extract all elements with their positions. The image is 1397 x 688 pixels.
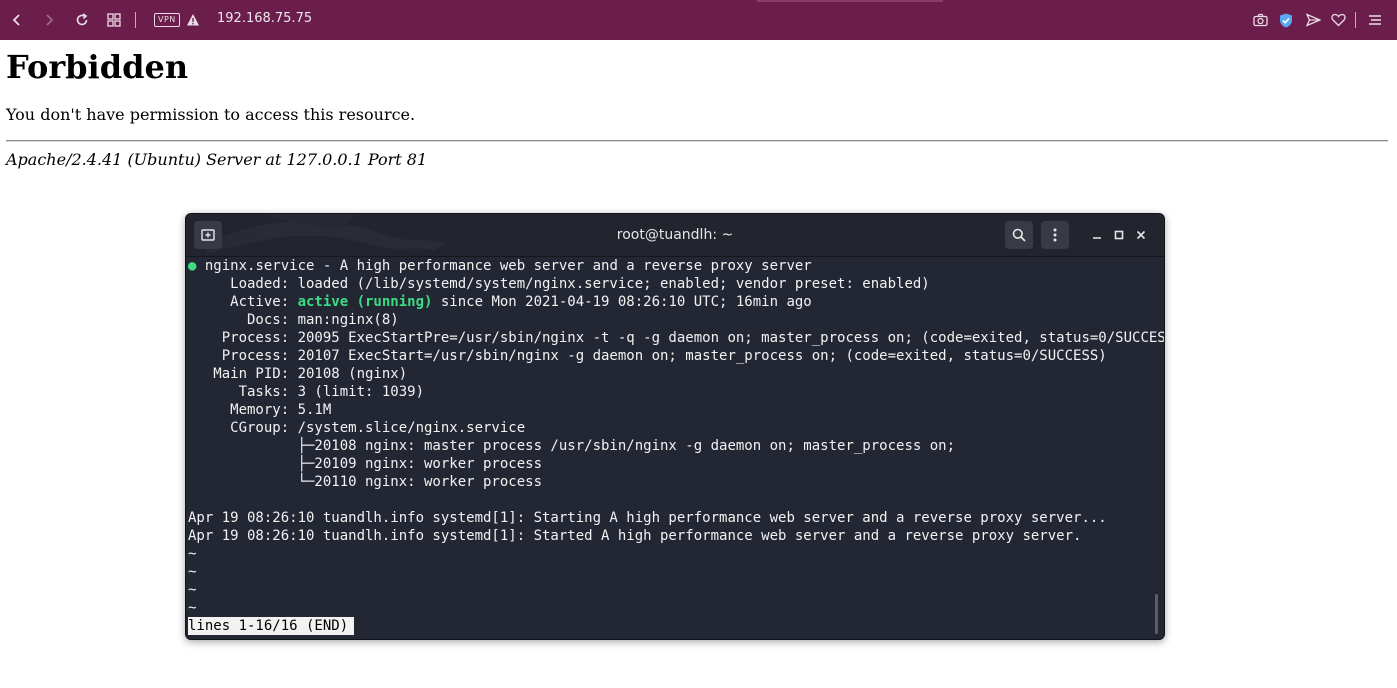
active-tab-indicator	[757, 0, 943, 2]
terminal-line: Apr 19 08:26:10 tuandlh.info systemd[1]:…	[188, 510, 1107, 526]
terminal-line: ├─20109 nginx: worker process	[188, 456, 543, 472]
close-button[interactable]	[1133, 227, 1149, 243]
terminal-titlebar[interactable]: root@tuandlh: ~	[186, 214, 1164, 257]
menu-icon[interactable]	[1365, 10, 1385, 30]
shield-icon[interactable]	[1276, 10, 1296, 30]
vpn-icon[interactable]: VPN	[154, 13, 180, 27]
error-message: You don't have permission to access this…	[6, 105, 416, 124]
toolbar-separator	[1355, 12, 1356, 28]
terminal-line: Active: active (running) since Mon 2021-…	[188, 294, 812, 310]
terminal-line: Apr 19 08:26:10 tuandlh.info systemd[1]:…	[188, 528, 1082, 544]
menu-button[interactable]	[1041, 221, 1069, 249]
close-icon	[1136, 230, 1146, 240]
terminal-line: ├─20108 nginx: master process /usr/sbin/…	[188, 438, 956, 454]
divider	[6, 140, 1388, 142]
terminal-scrollbar[interactable]	[1155, 594, 1158, 634]
terminal-line: Docs: man:nginx(8)	[188, 312, 399, 328]
search-icon	[1012, 228, 1026, 242]
terminal-line: Memory: 5.1M	[188, 402, 332, 418]
maximize-button[interactable]	[1111, 227, 1127, 243]
search-button[interactable]	[1005, 221, 1033, 249]
camera-icon[interactable]	[1250, 10, 1270, 30]
address-bar[interactable]: 192.168.75.75	[217, 11, 312, 26]
page-title: Forbidden	[6, 48, 189, 86]
kebab-icon	[1053, 228, 1057, 242]
terminal-line: ● nginx.service - A high performance web…	[188, 258, 812, 274]
terminal-line: ~	[188, 600, 197, 616]
terminal-line: CGroup: /system.slice/nginx.service	[188, 420, 526, 436]
terminal-line: └─20110 nginx: worker process	[188, 474, 543, 490]
send-icon[interactable]	[1303, 10, 1323, 30]
warning-icon[interactable]	[183, 10, 203, 30]
minimize-button[interactable]	[1089, 227, 1105, 243]
terminal-line: Process: 20095 ExecStartPre=/usr/sbin/ng…	[188, 330, 1165, 346]
active-status: active (running)	[297, 294, 433, 310]
terminal-window[interactable]: root@tuandlh: ~ ● nginx.service - A high…	[185, 213, 1165, 640]
terminal-line: Loaded: loaded (/lib/systemd/system/ngin…	[188, 276, 930, 292]
back-icon[interactable]	[7, 10, 27, 30]
reload-icon[interactable]	[72, 10, 92, 30]
terminal-line: Tasks: 3 (limit: 1039)	[188, 384, 425, 400]
terminal-line: ~	[188, 564, 197, 580]
pager-status-line: lines 1-16/16 (END)	[188, 617, 355, 635]
terminal-line: ~	[188, 582, 197, 598]
heart-icon[interactable]	[1328, 10, 1348, 30]
terminal-line: ~	[188, 546, 197, 562]
terminal-output[interactable]: ● nginx.service - A high performance web…	[188, 257, 1165, 639]
forward-icon[interactable]	[39, 10, 59, 30]
terminal-line: Process: 20107 ExecStart=/usr/sbin/nginx…	[188, 348, 1107, 364]
server-address: Apache/2.4.41 (Ubuntu) Server at 127.0.0…	[6, 150, 428, 169]
browser-toolbar: VPN 192.168.75.75	[0, 0, 1397, 40]
terminal-line: Main PID: 20108 (nginx)	[188, 366, 408, 382]
toolbar-separator	[135, 12, 136, 28]
tabs-grid-icon[interactable]	[104, 10, 124, 30]
